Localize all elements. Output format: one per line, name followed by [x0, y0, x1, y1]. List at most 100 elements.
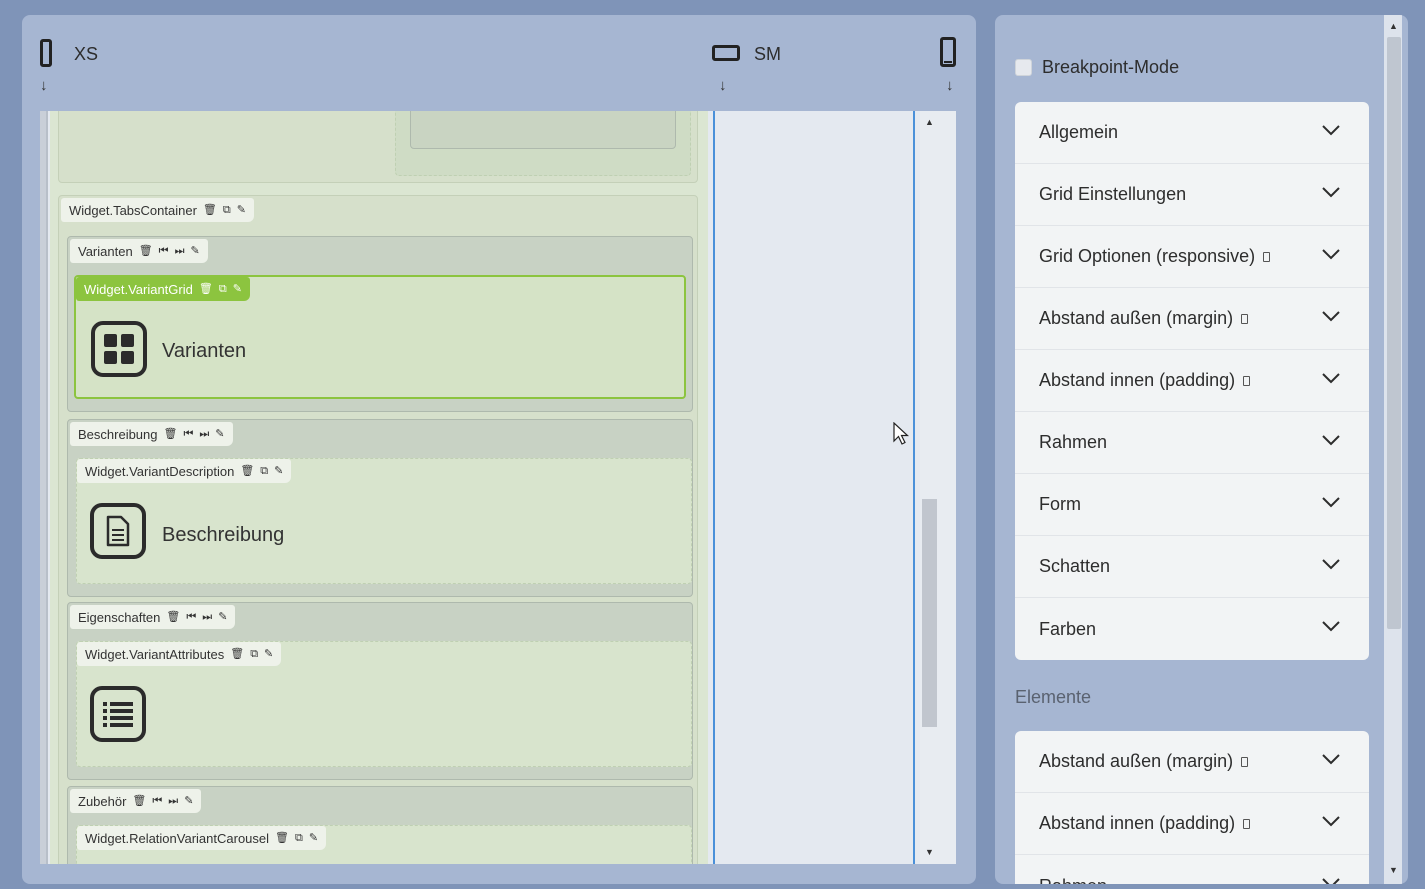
settings-scrollbar-thumb[interactable]: [1387, 37, 1401, 629]
xs-content-area: Widget.TabsContainer 🗑 ⧉ ✎ Varianten 🗑 ⏮…: [50, 111, 708, 864]
trash-icon[interactable]: 🗑: [230, 648, 244, 660]
tabs-container[interactable]: Widget.TabsContainer 🗑 ⧉ ✎ Varianten 🗑 ⏮…: [58, 195, 698, 864]
copy-icon[interactable]: ⧉: [223, 204, 231, 216]
sm-breakpoint-guide: [713, 111, 715, 864]
move-last-icon[interactable]: ⏭: [175, 245, 185, 257]
move-last-icon[interactable]: ⏭: [199, 428, 209, 440]
phone-landscape-icon[interactable]: [712, 45, 740, 61]
widget-tag[interactable]: Widget.VariantAttributes 🗑 ⧉ ✎: [77, 642, 282, 666]
move-last-icon[interactable]: ⏭: [202, 611, 212, 623]
md-breakpoint-guide: [913, 111, 915, 864]
accordion-label: Grid Einstellungen: [1039, 184, 1187, 204]
pencil-icon[interactable]: ✎: [215, 428, 224, 440]
breakpoint-mode-toggle[interactable]: Breakpoint-Mode: [1015, 57, 1179, 78]
accordion-item-form[interactable]: Form: [1015, 474, 1369, 536]
widget-tag[interactable]: Widget.VariantDescription 🗑 ⧉ ✎: [77, 459, 292, 483]
widget-text: Beschreibung: [162, 524, 285, 546]
accordion-label: Abstand außen (margin): [1039, 308, 1234, 328]
accordion-label: Rahmen: [1039, 876, 1107, 885]
widget-variant-grid[interactable]: Widget.VariantGrid 🗑 ⧉ ✎ Varianten: [74, 275, 686, 399]
accordion-item-rahmen[interactable]: Rahmen: [1015, 412, 1369, 474]
breakpoint-xs-label: XS: [74, 44, 99, 64]
move-first-icon[interactable]: ⏮: [183, 428, 193, 440]
scroll-down-icon[interactable]: ▼: [925, 847, 934, 857]
previous-widget-inner: [410, 111, 676, 149]
pencil-icon[interactable]: ✎: [190, 245, 199, 257]
breakpoint-mode-checkbox[interactable]: [1015, 59, 1032, 76]
pencil-icon[interactable]: ✎: [233, 283, 242, 295]
copy-icon[interactable]: ⧉: [295, 832, 303, 844]
move-first-icon[interactable]: ⏮: [186, 611, 196, 623]
pencil-icon[interactable]: ✎: [218, 611, 227, 623]
pencil-icon[interactable]: ✎: [237, 204, 246, 216]
document-icon: [90, 503, 146, 559]
accordion-item-abstand-innen[interactable]: Abstand innen (padding): [1015, 350, 1369, 412]
tab-tag[interactable]: Eigenschaften 🗑 ⏮ ⏭ ✎: [70, 605, 236, 629]
accordion-item-element-abstand-innen[interactable]: Abstand innen (padding): [1015, 793, 1369, 855]
previous-widget[interactable]: [395, 111, 691, 176]
move-last-icon[interactable]: ⏭: [168, 795, 178, 807]
trash-icon[interactable]: 🗑: [275, 832, 289, 844]
breakpoint-sm-arrow: ↓: [719, 77, 727, 94]
pencil-icon[interactable]: ✎: [184, 795, 193, 807]
previous-container: [58, 111, 698, 183]
tab-label: Eigenschaften: [78, 609, 161, 625]
tab-tag[interactable]: Varianten 🗑 ⏮ ⏭ ✎: [70, 239, 208, 263]
scroll-down-icon[interactable]: ▼: [1389, 865, 1398, 875]
tab-label: Zubehör: [78, 793, 127, 809]
accordion-label: Farben: [1039, 618, 1097, 639]
accordion-item-abstand-aussen[interactable]: Abstand außen (margin): [1015, 288, 1369, 350]
trash-icon[interactable]: 🗑: [199, 283, 213, 295]
move-first-icon[interactable]: ⏮: [152, 795, 162, 807]
settings-panel: Breakpoint-Mode Allgemein Grid Einstellu…: [995, 15, 1408, 884]
accordion-label: Allgemein: [1039, 122, 1119, 142]
accordion-item-farben[interactable]: Farben: [1015, 598, 1369, 660]
elements-section-label: Elemente: [1015, 687, 1092, 707]
widget-label: Widget.VariantAttributes: [85, 646, 225, 662]
preview-canvas: Widget.TabsContainer 🗑 ⧉ ✎ Varianten 🗑 ⏮…: [40, 111, 956, 864]
list-icon: [90, 686, 146, 742]
widget-relation-variant-carousel[interactable]: Widget.RelationVariantCarousel 🗑 ⧉ ✎: [76, 825, 692, 864]
copy-icon[interactable]: ⧉: [260, 465, 268, 477]
trash-icon[interactable]: 🗑: [132, 795, 146, 807]
canvas-scrollbar-track[interactable]: [920, 111, 956, 864]
accordion-label: Form: [1039, 494, 1081, 514]
tab-tag[interactable]: Beschreibung 🗑 ⏮ ⏭ ✎: [70, 422, 233, 446]
scroll-up-icon[interactable]: ▲: [925, 117, 934, 127]
trash-icon[interactable]: 🗑: [139, 245, 153, 257]
canvas-scrollbar-thumb[interactable]: [922, 499, 937, 727]
accordion-label: Rahmen: [1039, 432, 1108, 452]
tablet-icon[interactable]: [940, 37, 956, 67]
widget-tag[interactable]: Widget.RelationVariantCarousel 🗑 ⧉ ✎: [77, 826, 327, 850]
copy-icon[interactable]: ⧉: [219, 283, 227, 295]
accordion-item-grid-einstellungen[interactable]: Grid Einstellungen: [1015, 164, 1369, 226]
copy-icon[interactable]: ⧉: [250, 648, 258, 660]
accordion-item-schatten[interactable]: Schatten: [1015, 536, 1369, 598]
trash-icon[interactable]: 🗑: [166, 611, 180, 623]
chevron-down-icon: [1322, 125, 1340, 136]
scroll-up-icon[interactable]: ▲: [1389, 21, 1398, 31]
tab-pane-zubehoer[interactable]: Zubehör 🗑 ⏮ ⏭ ✎ Widget.RelationVariantCa…: [67, 786, 693, 864]
tab-pane-eigenschaften[interactable]: Eigenschaften 🗑 ⏮ ⏭ ✎ Widget.VariantAttr…: [67, 602, 693, 780]
trash-icon[interactable]: 🗑: [164, 428, 178, 440]
trash-icon[interactable]: 🗑: [203, 204, 217, 216]
widget-variant-attributes[interactable]: Widget.VariantAttributes 🗑 ⧉ ✎: [76, 641, 692, 767]
tabs-container-tag[interactable]: Widget.TabsContainer 🗑 ⧉ ✎: [61, 198, 254, 222]
pencil-icon[interactable]: ✎: [309, 832, 318, 844]
pencil-icon[interactable]: ✎: [274, 465, 283, 477]
tab-tag[interactable]: Zubehör 🗑 ⏮ ⏭ ✎: [70, 789, 202, 813]
accordion-item-element-abstand-aussen[interactable]: Abstand außen (margin): [1015, 731, 1369, 793]
trash-icon[interactable]: 🗑: [240, 465, 254, 477]
accordion-item-allgemein[interactable]: Allgemein: [1015, 102, 1369, 164]
grid-icon: [91, 321, 147, 377]
tab-pane-beschreibung[interactable]: Beschreibung 🗑 ⏮ ⏭ ✎ Widget.VariantDescr…: [67, 419, 693, 597]
phone-portrait-icon: [1243, 818, 1251, 829]
accordion-item-element-rahmen[interactable]: Rahmen: [1015, 855, 1369, 884]
widget-variant-description[interactable]: Widget.VariantDescription 🗑 ⧉ ✎ Beschrei…: [76, 458, 692, 584]
phone-portrait-icon[interactable]: [40, 39, 52, 67]
widget-tag[interactable]: Widget.VariantGrid 🗑 ⧉ ✎: [76, 277, 250, 301]
accordion-item-grid-optionen[interactable]: Grid Optionen (responsive): [1015, 226, 1369, 288]
move-first-icon[interactable]: ⏮: [159, 245, 169, 257]
tab-pane-varianten[interactable]: Varianten 🗑 ⏮ ⏭ ✎ Widget.VariantGrid 🗑 ⧉…: [67, 236, 693, 412]
pencil-icon[interactable]: ✎: [264, 648, 273, 660]
